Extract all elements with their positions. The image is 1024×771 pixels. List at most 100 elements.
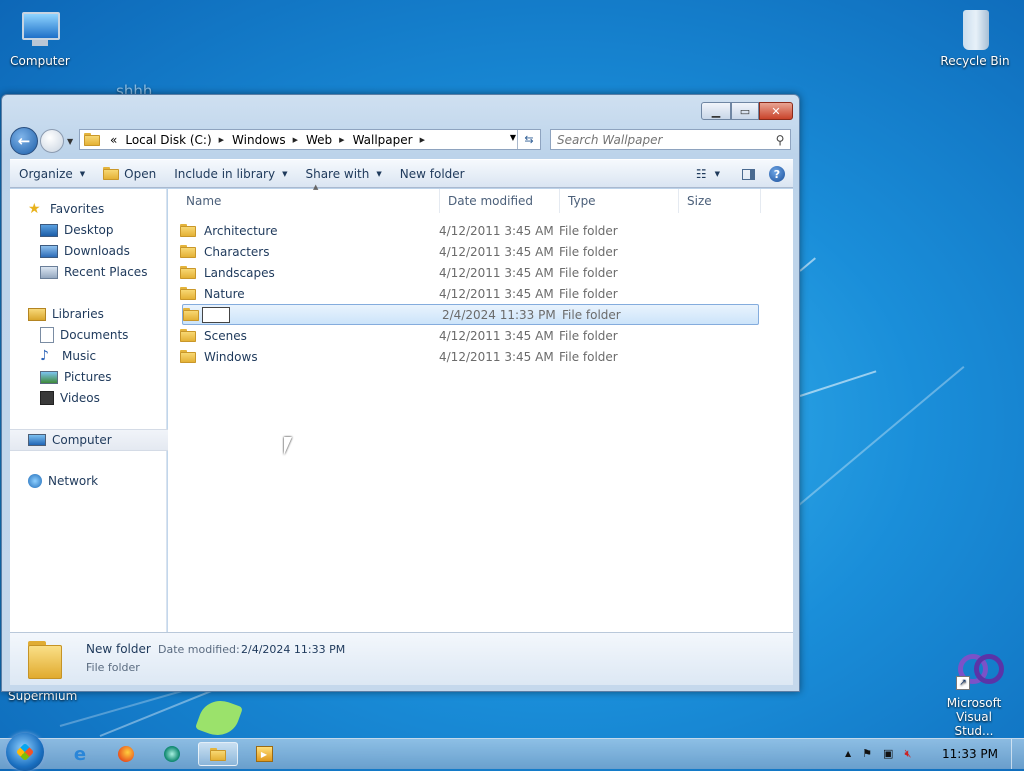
search-box[interactable]: ⚲ bbox=[550, 129, 791, 150]
details-name: New folder bbox=[86, 642, 151, 656]
taskbar-windows-explorer[interactable] bbox=[198, 742, 238, 766]
file-name: Scenes bbox=[204, 328, 247, 343]
recent-places-icon bbox=[40, 265, 58, 279]
breadcrumb-web[interactable]: Web ▶ bbox=[302, 133, 349, 147]
wallpaper-streak bbox=[779, 365, 965, 522]
file-type: File folder bbox=[559, 244, 618, 259]
taskbar-internet-explorer[interactable]: e bbox=[60, 742, 100, 766]
folder-icon bbox=[183, 308, 199, 321]
desktop-icon bbox=[40, 223, 58, 237]
help-icon[interactable]: ? bbox=[769, 166, 785, 182]
network-icon bbox=[28, 474, 42, 488]
nav-favorites[interactable]: ★ Favorites bbox=[10, 199, 185, 219]
nav-network[interactable]: Network bbox=[10, 471, 185, 491]
preview-pane-icon[interactable] bbox=[742, 168, 755, 180]
share-with-button[interactable]: Share with ▼ bbox=[296, 167, 390, 181]
videos-icon bbox=[40, 391, 54, 405]
sort-ascending-icon: ▲ bbox=[313, 183, 319, 191]
file-row[interactable]: 2/4/2024 11:33 PM File folder bbox=[182, 304, 759, 325]
file-date: 2/4/2024 11:33 PM bbox=[442, 307, 556, 322]
column-header-type[interactable]: Type bbox=[560, 189, 679, 213]
view-options-icon[interactable]: ☷ bbox=[696, 167, 707, 181]
breadcrumb-windows[interactable]: Windows ▶ bbox=[228, 133, 302, 147]
chevron-right-icon[interactable]: ▶ bbox=[219, 136, 224, 144]
column-header-name[interactable]: Name ▲ bbox=[178, 183, 440, 213]
refresh-icon[interactable]: ⇆ bbox=[517, 130, 540, 149]
folder-icon bbox=[28, 639, 64, 679]
chevron-right-icon[interactable]: ▶ bbox=[339, 136, 344, 144]
file-row[interactable]: Landscapes 4/12/2011 3:45 AM File folder bbox=[180, 262, 757, 283]
taskbar: e ▶ ▲ ⚑ ▣ 🔇︎ 11:33 PM bbox=[0, 733, 1024, 771]
maximize-button[interactable]: ▭ bbox=[731, 102, 759, 120]
clock[interactable]: 11:33 PM bbox=[942, 747, 998, 761]
taskbar-media-player[interactable]: ▶ bbox=[244, 742, 284, 766]
desktop-icon-visual-studio[interactable]: ↗ Microsoft Visual Stud... bbox=[934, 650, 1014, 738]
open-button[interactable]: Open bbox=[94, 167, 165, 181]
file-row[interactable]: Nature 4/12/2011 3:45 AM File folder bbox=[180, 283, 757, 304]
action-center-flag-icon[interactable]: ⚑ bbox=[862, 747, 872, 761]
address-bar[interactable]: « Local Disk (C:) ▶ Windows ▶ Web ▶ Wallpap… bbox=[79, 129, 541, 150]
minimize-button[interactable]: ▁ bbox=[701, 102, 731, 120]
file-date: 4/12/2011 3:45 AM bbox=[439, 244, 554, 259]
file-date: 4/12/2011 3:45 AM bbox=[439, 286, 554, 301]
folder-icon bbox=[180, 350, 196, 363]
folder-icon bbox=[210, 747, 226, 761]
supermium-icon bbox=[164, 746, 180, 762]
navigation-buttons: ← ▼ bbox=[10, 127, 73, 155]
system-tray: ▲ ⚑ ▣ 🔇︎ bbox=[845, 747, 911, 761]
new-folder-button[interactable]: New folder bbox=[391, 167, 474, 181]
file-row[interactable]: Characters 4/12/2011 3:45 AM File folder bbox=[180, 241, 757, 262]
desktop-icon-recycle-bin[interactable]: Recycle Bin bbox=[935, 8, 1015, 68]
pictures-icon bbox=[40, 370, 58, 384]
chevron-down-icon: ▼ bbox=[79, 169, 86, 178]
file-type: File folder bbox=[559, 328, 618, 343]
include-in-library-button[interactable]: Include in library ▼ bbox=[165, 167, 296, 181]
organize-button[interactable]: Organize ▼ bbox=[10, 167, 94, 181]
show-hidden-icons-icon[interactable]: ▲ bbox=[845, 747, 851, 761]
leaf-decoration bbox=[194, 694, 244, 742]
nav-libraries[interactable]: Libraries bbox=[10, 304, 185, 324]
breadcrumb-overflow[interactable]: « bbox=[106, 133, 121, 147]
volume-muted-icon[interactable]: 🔇︎ bbox=[904, 747, 911, 761]
chevron-down-icon[interactable]: ▼ bbox=[715, 170, 720, 178]
column-header-date-modified[interactable]: Date modified bbox=[440, 189, 560, 213]
network-icon[interactable]: ▣ bbox=[883, 747, 893, 761]
file-name: Architecture bbox=[204, 223, 278, 238]
close-button[interactable]: ✕ bbox=[759, 102, 793, 120]
internet-explorer-icon: e bbox=[73, 743, 87, 765]
desktop-icon-label: Microsoft Visual Stud... bbox=[946, 696, 1002, 738]
file-name-cell: Architecture bbox=[180, 224, 439, 238]
taskbar-firefox[interactable] bbox=[106, 742, 146, 766]
file-row[interactable]: Scenes 4/12/2011 3:45 AM File folder bbox=[180, 325, 757, 346]
forward-button[interactable] bbox=[40, 129, 64, 153]
computer-icon bbox=[18, 8, 62, 52]
file-date: 4/12/2011 3:45 AM bbox=[439, 265, 554, 280]
file-row[interactable]: Architecture 4/12/2011 3:45 AM File folder bbox=[180, 220, 757, 241]
back-button[interactable]: ← bbox=[10, 127, 38, 155]
wallpaper-streak bbox=[799, 370, 877, 397]
search-icon[interactable]: ⚲ bbox=[770, 133, 790, 147]
search-input[interactable] bbox=[551, 131, 770, 148]
documents-icon bbox=[40, 327, 54, 343]
rename-input[interactable] bbox=[202, 306, 230, 323]
taskbar-supermium[interactable] bbox=[152, 742, 192, 766]
wallpaper-streak bbox=[799, 257, 816, 272]
file-date: 4/12/2011 3:45 AM bbox=[439, 349, 554, 364]
chevron-right-icon[interactable]: ▶ bbox=[420, 136, 425, 144]
file-row[interactable]: Windows 4/12/2011 3:45 AM File folder bbox=[180, 346, 757, 367]
start-button[interactable] bbox=[6, 733, 44, 771]
address-history-dropdown[interactable]: ▼ bbox=[510, 133, 516, 142]
breadcrumb-wallpaper[interactable]: Wallpaper ▶ bbox=[349, 133, 429, 147]
file-date: 4/12/2011 3:45 AM bbox=[439, 223, 554, 238]
nav-computer[interactable]: Computer bbox=[10, 429, 185, 451]
details-date-value: 2/4/2024 11:33 PM bbox=[241, 643, 346, 656]
desktop-icon-computer[interactable]: Computer bbox=[0, 8, 80, 68]
breadcrumb-local-disk[interactable]: Local Disk (C:) ▶ bbox=[121, 133, 228, 147]
column-header-size[interactable]: Size bbox=[679, 189, 761, 213]
details-pane: New folder Date modified: 2/4/2024 11:33… bbox=[10, 632, 793, 685]
visual-studio-icon: ↗ bbox=[952, 650, 1004, 694]
show-desktop-button[interactable] bbox=[1011, 739, 1024, 769]
music-icon: ♪ bbox=[40, 348, 49, 364]
recent-pages-dropdown[interactable]: ▼ bbox=[67, 137, 73, 146]
chevron-right-icon[interactable]: ▶ bbox=[293, 136, 298, 144]
